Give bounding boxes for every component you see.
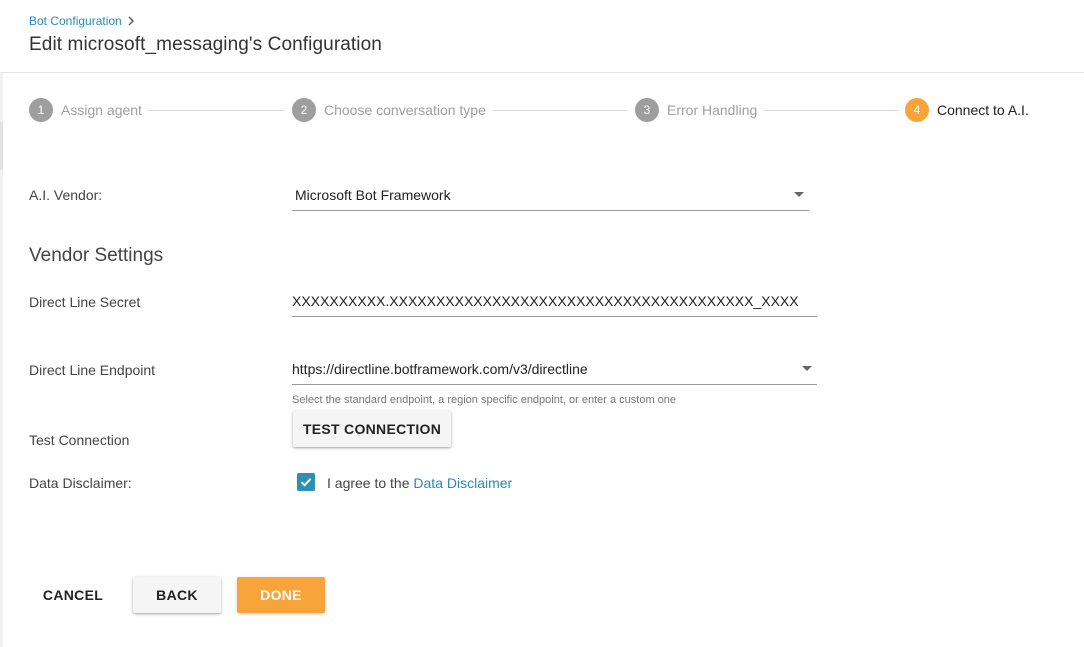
step-label: Connect to A.I. [937,102,1029,118]
agree-prefix: I agree to the [327,475,410,491]
page-header: Bot Configuration Edit microsoft_messagi… [0,0,1084,73]
endpoint-hint: Select the standard endpoint, a region s… [292,394,677,406]
direct-line-secret-input[interactable]: XXXXXXXXXX.XXXXXXXXXXXXXXXXXXXXXXXXXXXXX… [292,286,817,317]
step-number: 1 [29,98,53,122]
data-disclaimer-link[interactable]: Data Disclaimer [413,475,512,491]
ai-vendor-label: A.I. Vendor: [29,187,103,203]
direct-line-endpoint-select[interactable]: https://directline.botframework.com/v3/d… [292,354,817,385]
check-icon [300,478,312,487]
step-number: 4 [905,98,929,122]
ai-vendor-select[interactable]: Microsoft Bot Framework [292,180,809,211]
step-number: 2 [292,98,316,122]
test-connection-button[interactable]: TEST CONNECTION [293,411,451,447]
done-button[interactable]: DONE [237,577,325,613]
test-connection-label: Test Connection [29,432,130,448]
step-assign-agent[interactable]: 1 Assign agent [29,98,142,122]
caret-down-icon [794,192,804,197]
direct-line-endpoint-value: https://directline.botframework.com/v3/d… [292,361,588,377]
direct-line-secret-label: Direct Line Secret [29,294,141,310]
step-error-handling[interactable]: 3 Error Handling [635,98,757,122]
chevron-right-icon [127,15,137,27]
breadcrumb[interactable]: Bot Configuration [29,14,137,28]
step-connect-to-ai[interactable]: 4 Connect to A.I. [905,98,1029,122]
caret-down-icon [802,366,812,371]
stepper: 1 Assign agent 2 Choose conversation typ… [29,98,1049,122]
step-choose-conversation-type[interactable]: 2 Choose conversation type [292,98,486,122]
left-edge-mark [0,122,3,170]
direct-line-endpoint-label: Direct Line Endpoint [29,362,156,378]
direct-line-secret-value: XXXXXXXXXX.XXXXXXXXXXXXXXXXXXXXXXXXXXXXX… [292,293,799,309]
cancel-button[interactable]: CANCEL [32,577,114,613]
back-button[interactable]: BACK [133,577,221,613]
step-label: Choose conversation type [324,102,486,118]
ai-vendor-value: Microsoft Bot Framework [295,187,451,203]
step-connector [764,110,898,111]
step-label: Error Handling [667,102,758,118]
data-disclaimer-label: Data Disclaimer: [29,475,132,491]
step-connector [493,110,627,111]
step-connector [148,110,284,111]
breadcrumb-link[interactable]: Bot Configuration [29,14,122,28]
agree-text: I agree to the Data Disclaimer [327,475,512,491]
page-title: Edit microsoft_messaging's Configuration [29,34,382,55]
agree-checkbox[interactable] [297,473,315,491]
vendor-settings-heading: Vendor Settings [29,245,164,266]
step-label: Assign agent [61,102,142,118]
step-number: 3 [635,98,659,122]
